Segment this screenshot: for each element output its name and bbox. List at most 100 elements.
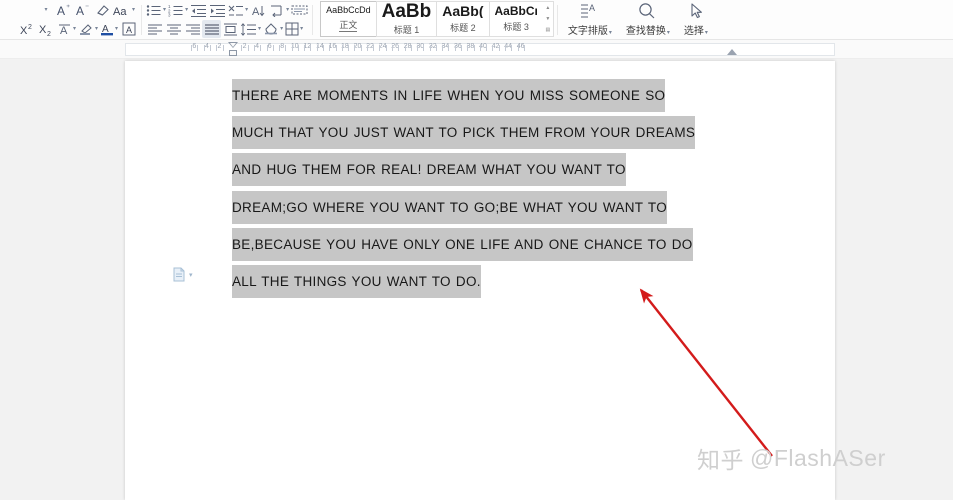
ruler-tick-mark	[423, 45, 425, 51]
ruler-tick-mark	[517, 45, 519, 51]
align-right-icon[interactable]	[183, 20, 202, 38]
phonetic-guide-icon[interactable]: A ▾	[57, 20, 77, 38]
decrease-indent-icon[interactable]	[189, 1, 208, 19]
align-left-icon[interactable]	[145, 20, 164, 38]
svg-text:A: A	[126, 25, 132, 35]
distribute-text-icon[interactable]	[221, 20, 240, 38]
svg-text:A: A	[252, 6, 260, 17]
scroll-down-icon[interactable]: ▼	[545, 16, 550, 21]
ruler-tick-mark	[247, 45, 249, 51]
grow-font-icon[interactable]: A ⁺	[55, 1, 74, 19]
ruler-tick-mark	[392, 45, 393, 51]
ruler-tick-label: 6	[192, 43, 197, 50]
ruler-tick-mark	[410, 45, 412, 51]
select-button[interactable]: 选择▾	[677, 0, 715, 38]
find-replace-label: 查找替换▾	[625, 25, 670, 37]
ruler-tick-mark	[417, 45, 419, 51]
ruler-tick-label: 2	[242, 43, 247, 50]
svg-text:2: 2	[28, 24, 32, 31]
ruler-tick-mark	[272, 45, 274, 51]
svg-text:⁺: ⁺	[66, 4, 70, 12]
selected-text: DREAM;GO WHERE YOU WANT TO GO;BE WHAT YO…	[232, 190, 668, 224]
scroll-up-icon[interactable]: ▲	[545, 5, 550, 10]
shading-icon[interactable]: ▾	[262, 20, 284, 38]
cursor-arrow-icon	[686, 2, 706, 20]
ruler-tick-mark	[335, 45, 337, 51]
ruler-tick-label: 4	[204, 43, 209, 50]
align-center-icon[interactable]	[164, 20, 183, 38]
paragraph-layout-icon[interactable]	[290, 1, 309, 19]
text-typesetting-label: 文字排版▾	[567, 25, 612, 37]
font-group-row-top: ▾ A ⁺ A ⁻ Aa ▾	[0, 1, 138, 20]
ruler-tick-mark	[404, 45, 406, 51]
style-item-normal[interactable]: AaBbCcDd 正文	[320, 1, 376, 37]
svg-text:A: A	[76, 4, 84, 17]
style-name: 标题 3	[503, 22, 529, 32]
paste-options-icon[interactable]: ▾	[173, 267, 193, 282]
ruler-tick-mark	[366, 45, 368, 51]
sort-icon[interactable]: A	[249, 1, 268, 19]
ruler-tick-mark	[291, 45, 293, 51]
align-justify-icon[interactable]	[202, 20, 222, 38]
text-typesetting-button[interactable]: A 文字排版▾	[561, 0, 619, 38]
selected-text: MUCH THAT YOU JUST WANT TO PICK THEM FRO…	[232, 116, 696, 150]
svg-text:3: 3	[168, 12, 171, 17]
style-item-heading-1[interactable]: AaBb 标题 1	[375, 1, 437, 37]
ruler-tick-mark	[429, 45, 431, 51]
document-line: MUCH THAT YOU JUST WANT TO PICK THEM FRO…	[232, 114, 735, 151]
svg-text:X: X	[39, 24, 47, 36]
style-item-heading-2[interactable]: AaBb( 标题 2	[436, 1, 489, 37]
bullets-icon[interactable]: ▾	[145, 1, 167, 19]
ruler-tick-mark	[253, 45, 255, 51]
right-indent-marker[interactable]	[727, 49, 737, 55]
text-highlight-icon[interactable]: ▾	[77, 20, 99, 38]
ruler-tick-mark	[316, 45, 318, 51]
ruler-tick-mark	[473, 45, 475, 51]
character-shading-icon[interactable]: A	[119, 20, 138, 38]
font-group: ▾ A ⁺ A ⁻ Aa ▾ X2 X 2 A ▾ ▾ A ▾ A	[0, 0, 138, 39]
style-sample: AaBb(	[442, 4, 484, 18]
superscript-icon[interactable]: X2	[19, 20, 38, 38]
font-color-icon[interactable]: A ▾	[99, 20, 119, 38]
svg-text:X: X	[20, 25, 28, 36]
ruler-tick-mark	[486, 45, 488, 51]
ruler-tick-mark	[479, 45, 481, 51]
borders-icon[interactable]: ▾	[284, 20, 304, 38]
search-icon	[637, 2, 658, 20]
shrink-font-icon[interactable]: A ⁻	[74, 1, 93, 19]
svg-text:2: 2	[47, 31, 51, 36]
paste-options-caret-icon[interactable]: ▾	[189, 271, 193, 279]
svg-text:Aa: Aa	[113, 6, 127, 17]
style-gallery-scroll[interactable]: ▲ ▼ ▤	[542, 1, 554, 37]
ruler-tick-mark	[492, 45, 494, 51]
first-line-indent-marker-inner	[230, 43, 236, 47]
increase-indent-icon[interactable]	[208, 1, 227, 19]
ruler-tick-mark	[348, 45, 350, 51]
subscript-icon[interactable]: X2	[38, 20, 57, 38]
scroll-more-icon[interactable]: ▤	[545, 28, 550, 33]
change-case-icon[interactable]: Aa ▾	[112, 1, 136, 19]
find-replace-button[interactable]: 查找替换▾	[619, 0, 677, 38]
ruler-tick-mark	[504, 45, 506, 51]
ruler-tick-mark	[341, 45, 343, 51]
document-page[interactable]: ▾ THERE ARE MOMENTS IN LIFE WHEN YOU MIS…	[125, 61, 835, 500]
ruler-tick-mark	[216, 45, 218, 51]
clear-formatting-icon[interactable]	[93, 1, 112, 19]
ruler-tick-mark	[279, 45, 281, 51]
style-sample: AaBbCı	[494, 5, 538, 17]
multilevel-list-icon[interactable]: ▾	[227, 1, 249, 19]
font-size-caret-icon[interactable]: ▾	[36, 1, 55, 19]
ruler-tick-mark	[266, 45, 268, 51]
ruler-tick-mark	[360, 45, 362, 51]
document-paragraph[interactable]: THERE ARE MOMENTS IN LIFE WHEN YOU MISS …	[232, 77, 735, 300]
numbering-icon[interactable]: 123 ▾	[167, 1, 189, 19]
left-indent-marker[interactable]	[229, 50, 237, 56]
horizontal-ruler[interactable]: 6 4 2 2 4 6 8 10 12 14 16 18 20 22 24 26 28 30 32 34 36 38 40 4…	[0, 40, 953, 59]
ruler-tick-mark	[191, 45, 193, 51]
watermark-logo: 知乎	[697, 448, 744, 474]
ruler-tick-mark	[379, 45, 381, 51]
show-formatting-marks-icon[interactable]: ▾	[268, 1, 290, 19]
document-canvas[interactable]: ▾ THERE ARE MOMENTS IN LIFE WHEN YOU MIS…	[0, 59, 953, 500]
style-item-heading-3[interactable]: AaBbCı 标题 3	[488, 1, 543, 37]
line-spacing-icon[interactable]: ▾	[240, 20, 262, 38]
